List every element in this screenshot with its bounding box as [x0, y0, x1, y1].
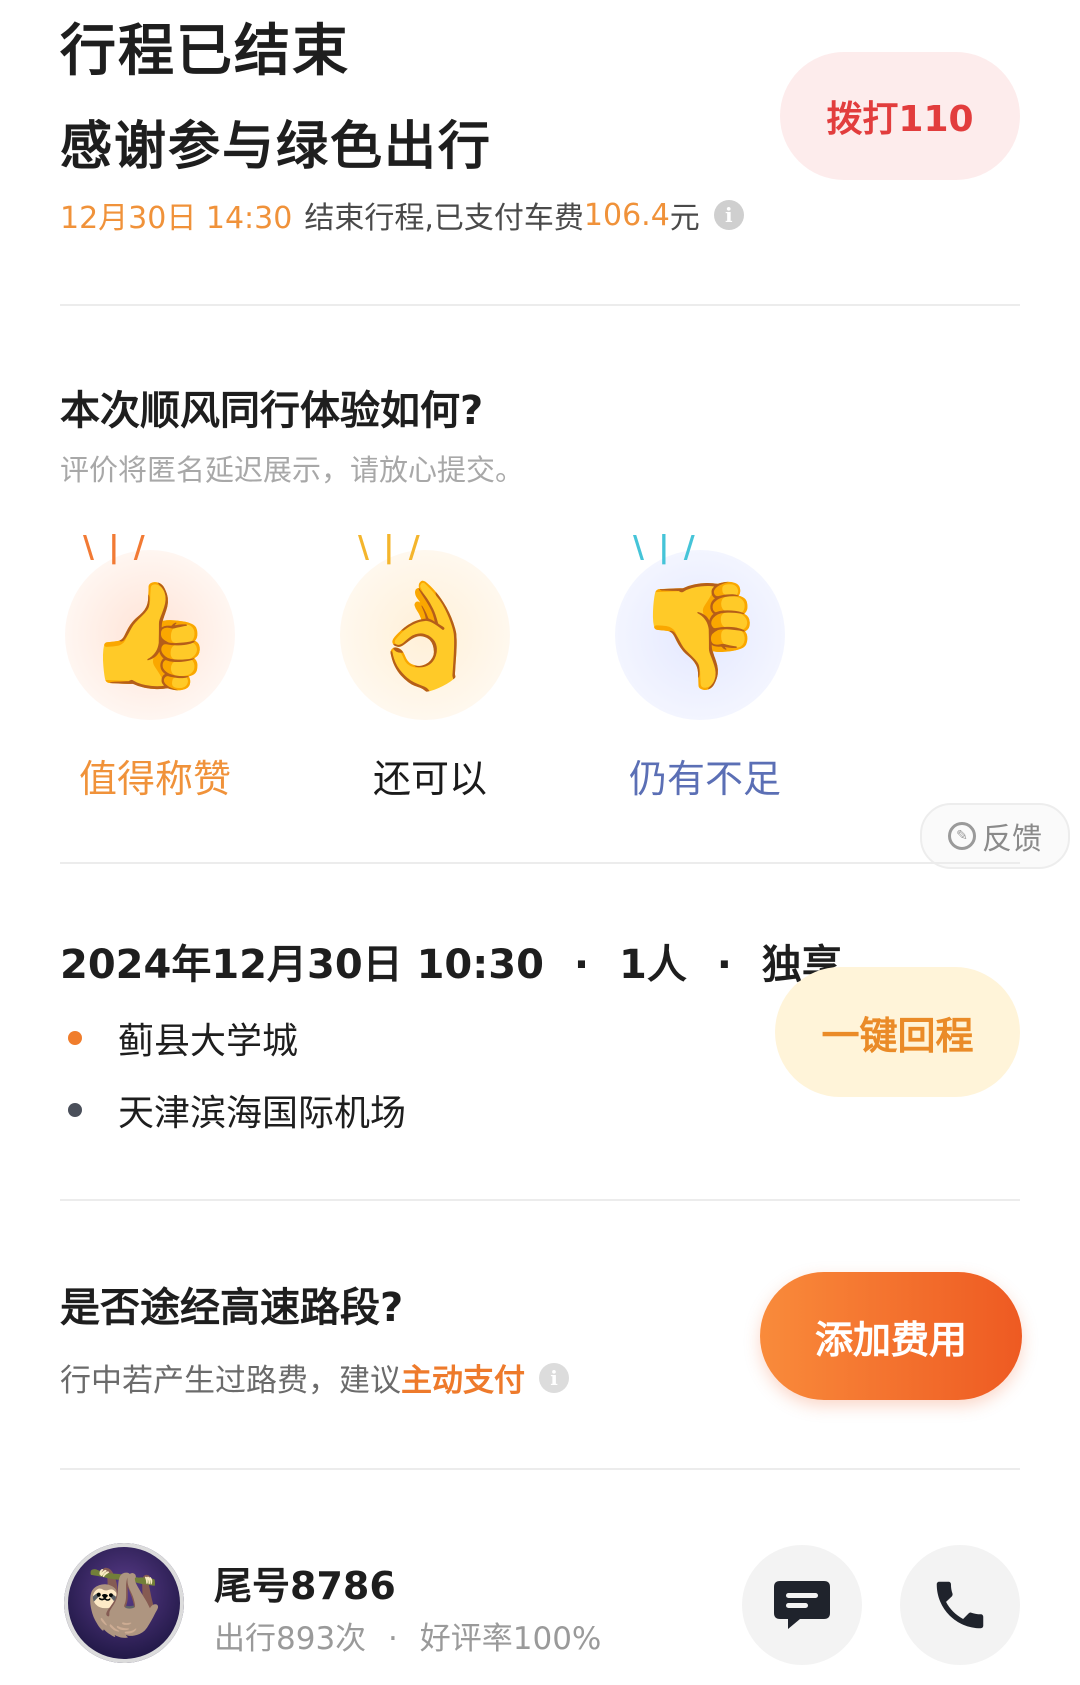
chat-icon	[774, 1581, 830, 1629]
feedback-label: 反馈	[982, 822, 1042, 857]
rating-option-praise[interactable]: \ | / 👍 值得称赞	[55, 530, 255, 801]
divider	[60, 1199, 1020, 1201]
route-destination: 天津滨海国际机场	[60, 1084, 406, 1136]
highway-tip-highlight: 主动支付	[401, 1363, 525, 1399]
info-icon[interactable]: i	[539, 1362, 569, 1393]
rating-option-insufficient[interactable]: \ | / 👎 仍有不足	[605, 530, 805, 801]
destination-dot-icon	[68, 1103, 82, 1117]
divider	[60, 304, 1020, 306]
summary-fare: 106.4	[583, 197, 670, 233]
driver-stats: 出行893次 · 好评率100%	[214, 1613, 601, 1658]
call-button[interactable]	[900, 1545, 1020, 1665]
call-110-button[interactable]: 拨打110	[780, 52, 1020, 180]
rating-label: 值得称赞	[78, 757, 231, 801]
driver-name: 尾号8786	[214, 1564, 396, 1608]
driver-rating: 好评率100%	[419, 1621, 602, 1657]
summary-unit: 元	[669, 201, 700, 236]
divider	[60, 862, 1020, 864]
page-title: 行程已结束	[60, 19, 350, 84]
separator: ·	[388, 1621, 398, 1657]
feedback-icon: ✎	[948, 822, 976, 850]
summary-datetime: 12月30日 14:30	[60, 201, 293, 236]
rating-note: 评价将匿名延迟展示，请放心提交。	[60, 453, 525, 487]
ok-hand-icon: 👌	[360, 573, 490, 696]
divider	[60, 1468, 1020, 1470]
info-icon[interactable]: i	[713, 200, 744, 230]
avatar[interactable]: 🦥	[64, 1543, 184, 1663]
summary-text: 结束行程,已支付车费	[304, 201, 584, 236]
highway-tip: 行中若产生过路费，建议 主动支付 i	[60, 1355, 569, 1400]
trip-datetime: 2024年12月30日 10:30	[60, 942, 544, 988]
page-subtitle: 感谢参与绿色出行	[60, 117, 493, 177]
return-trip-button[interactable]: 一键回程	[775, 967, 1020, 1097]
rating-question: 本次顺风同行体验如何?	[60, 388, 484, 434]
origin-name: 蓟县大学城	[118, 1021, 299, 1062]
rating-label: 还可以	[372, 757, 487, 801]
phone-icon	[936, 1581, 984, 1629]
message-button[interactable]	[742, 1545, 862, 1665]
feedback-button[interactable]: ✎ 反馈	[920, 803, 1070, 869]
driver-trips: 出行893次	[214, 1621, 367, 1657]
separator: ·	[573, 942, 590, 988]
highway-tip-text: 行中若产生过路费，建议	[60, 1363, 401, 1399]
add-fee-button[interactable]: 添加费用	[760, 1272, 1022, 1400]
origin-dot-icon	[68, 1031, 82, 1045]
rating-label: 仍有不足	[628, 757, 781, 801]
rating-option-okay[interactable]: \ | / 👌 还可以	[330, 530, 530, 801]
route-origin: 蓟县大学城	[60, 1012, 298, 1064]
thumbs-up-icon: 👍	[85, 573, 215, 696]
highway-question: 是否途经高速路段?	[60, 1285, 404, 1331]
trip-passengers: 1人	[618, 942, 687, 988]
thumbs-down-icon: 👎	[635, 573, 765, 696]
trip-info: 2024年12月30日 10:30 · 1人 · 独享	[60, 932, 842, 990]
destination-name: 天津滨海国际机场	[118, 1093, 407, 1134]
separator: ·	[716, 942, 732, 988]
trip-summary: 12月30日 14:30 结束行程,已支付车费 106.4 元 i	[60, 193, 744, 237]
